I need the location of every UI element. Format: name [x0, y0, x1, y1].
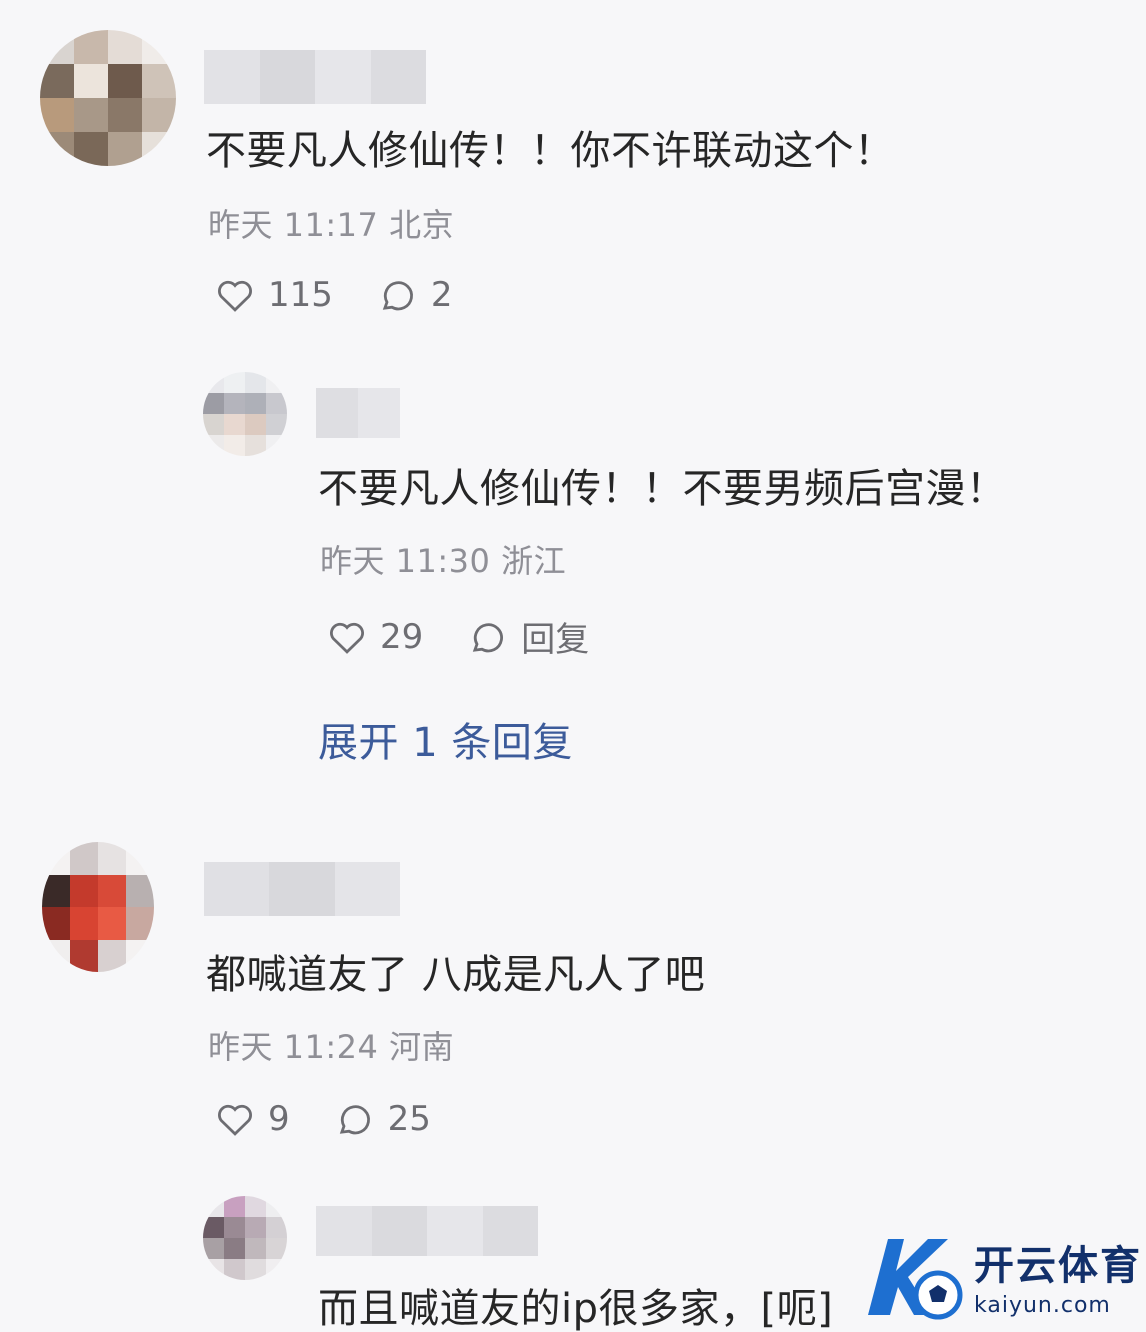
expand-replies-link[interactable]: 展开 1 条回复	[318, 710, 573, 768]
reply-button[interactable]: 2	[377, 274, 453, 316]
reply-text: 不要凡人修仙传！！不要男频后宫漫！	[318, 466, 1007, 512]
watermark-title: 开云体育	[974, 1242, 1142, 1289]
comment-actions: 9 25	[214, 1098, 431, 1140]
comment-meta: 昨天 11:24 河南	[208, 1028, 455, 1066]
reply-username[interactable]	[316, 1206, 538, 1256]
like-button[interactable]: 29	[326, 616, 423, 658]
username[interactable]	[204, 50, 426, 104]
avatar[interactable]	[40, 30, 176, 166]
reply-button[interactable]: 25	[334, 1098, 431, 1140]
like-button[interactable]: 9	[214, 1098, 290, 1140]
heart-outline-icon	[218, 1104, 252, 1136]
kaiyun-logo-icon	[868, 1239, 963, 1320]
watermark-url: kaiyun.com	[974, 1292, 1111, 1318]
comment-text: 都喊道友了 八成是凡人了吧	[206, 952, 706, 998]
reply-count: 25	[387, 1099, 431, 1139]
avatar[interactable]	[42, 842, 154, 972]
like-button[interactable]: 115	[214, 274, 333, 316]
reply-actions: 29 回复	[326, 612, 589, 661]
speech-bubble-icon	[473, 622, 504, 652]
speech-bubble-icon	[339, 1105, 370, 1135]
comment-text: 不要凡人修仙传！！你不许联动这个！	[206, 128, 895, 174]
heart-outline-icon	[218, 280, 252, 312]
watermark: 开云体育 kaiyun.com	[858, 1218, 1146, 1332]
reply-avatar[interactable]	[203, 372, 287, 456]
like-count: 9	[268, 1099, 290, 1139]
username[interactable]	[204, 862, 400, 916]
reply-count: 2	[430, 275, 453, 315]
reply-label: 回复	[521, 620, 590, 660]
speech-bubble-icon	[382, 281, 413, 311]
reply-username[interactable]	[316, 388, 400, 438]
heart-outline-icon	[330, 622, 364, 654]
reply-button[interactable]: 回复	[467, 612, 589, 661]
comment-thread: 不要凡人修仙传！！你不许联动这个！ 昨天 11:17 北京 115 2 不要凡人…	[0, 0, 1146, 1332]
reply-meta: 昨天 11:30 浙江	[320, 542, 567, 580]
like-count: 115	[268, 275, 333, 315]
like-count: 29	[380, 616, 424, 657]
reply-text: 而且喊道友的ip很多家，[呃]	[318, 1286, 834, 1332]
comment-meta: 昨天 11:17 北京	[208, 206, 455, 244]
comment-actions: 115 2	[214, 274, 453, 316]
reply-avatar[interactable]	[203, 1196, 287, 1280]
